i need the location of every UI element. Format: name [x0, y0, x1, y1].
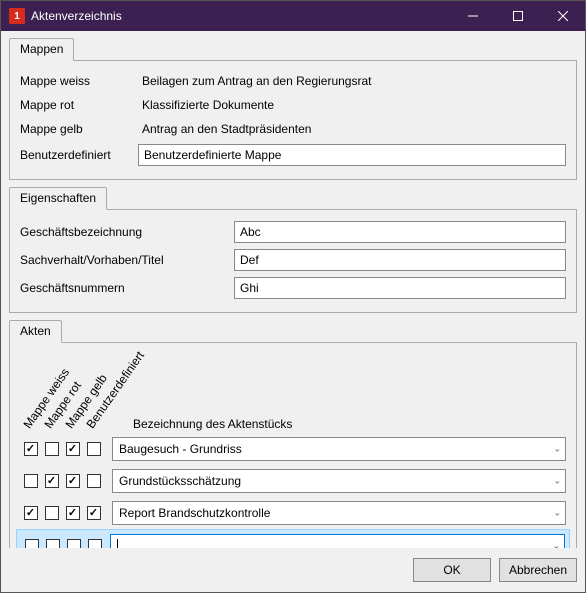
- checkbox-mappe-gelb[interactable]: [67, 539, 81, 548]
- checkbox-mappe-rot[interactable]: [45, 506, 59, 520]
- group-akten: Akten Mappe weiss Mappe rot Mappe gelb B…: [9, 319, 577, 548]
- akten-row-selected: ⌄: [16, 529, 570, 548]
- combo-value: Grundstücksschätzung: [119, 474, 241, 488]
- checkbox-mappe-rot[interactable]: [45, 442, 59, 456]
- checkbox-benutzerdefiniert[interactable]: [87, 506, 101, 520]
- label-geschaeftsbezeichnung: Geschäftsbezeichnung: [20, 225, 234, 239]
- checkbox-mappe-rot[interactable]: [46, 539, 60, 548]
- app-window: 1 Aktenverzeichnis Mappen Mappe weiss Be…: [0, 0, 586, 593]
- close-button[interactable]: [540, 1, 585, 31]
- minimize-icon: [468, 11, 478, 21]
- chevron-down-icon: ⌄: [553, 476, 561, 487]
- dialog-footer: OK Abbrechen: [1, 548, 585, 592]
- value-mappe-rot: Klassifizierte Dokumente: [138, 96, 566, 114]
- akten-row: Grundstücksschätzung ⌄: [20, 465, 566, 497]
- akten-row: Baugesuch - Grundriss ⌄: [20, 433, 566, 465]
- checkbox-benutzerdefiniert[interactable]: [87, 442, 101, 456]
- label-mappe-rot: Mappe rot: [20, 98, 138, 112]
- value-mappe-weiss: Beilagen zum Antrag an den Regierungsrat: [138, 72, 566, 90]
- chevron-down-icon: ⌄: [552, 541, 560, 549]
- akten-headers: Mappe weiss Mappe rot Mappe gelb Benutze…: [20, 351, 566, 431]
- close-icon: [558, 11, 568, 21]
- checkbox-mappe-weiss[interactable]: [24, 474, 38, 488]
- checkbox-mappe-weiss[interactable]: [24, 442, 38, 456]
- client-area: Mappen Mappe weiss Beilagen zum Antrag a…: [1, 31, 585, 548]
- checkbox-mappe-gelb[interactable]: [66, 442, 80, 456]
- label-benutzerdefiniert: Benutzerdefiniert: [20, 148, 138, 162]
- window-title: Aktenverzeichnis: [31, 9, 450, 23]
- combo-bezeichnung[interactable]: Report Brandschutzkontrolle ⌄: [112, 501, 566, 525]
- input-benutzerdefiniert[interactable]: [138, 144, 566, 166]
- maximize-button[interactable]: [495, 1, 540, 31]
- label-sachverhalt: Sachverhalt/Vorhaben/Titel: [20, 253, 234, 267]
- group-eigenschaften: Eigenschaften Geschäftsbezeichnung Sachv…: [9, 186, 577, 313]
- minimize-button[interactable]: [450, 1, 495, 31]
- combo-value: Baugesuch - Grundriss: [119, 442, 242, 456]
- combo-value: Report Brandschutzkontrolle: [119, 506, 270, 520]
- window-controls: [450, 1, 585, 31]
- akten-row: Report Brandschutzkontrolle ⌄: [20, 497, 566, 529]
- checkbox-mappe-gelb[interactable]: [66, 506, 80, 520]
- cancel-button[interactable]: Abbrechen: [499, 558, 577, 582]
- group-mappen: Mappen Mappe weiss Beilagen zum Antrag a…: [9, 37, 577, 180]
- combo-bezeichnung[interactable]: ⌄: [110, 534, 565, 548]
- tab-eigenschaften[interactable]: Eigenschaften: [9, 187, 107, 210]
- chevron-down-icon: ⌄: [553, 444, 561, 455]
- checkbox-benutzerdefiniert[interactable]: [87, 474, 101, 488]
- label-mappe-gelb: Mappe gelb: [20, 122, 138, 136]
- chevron-down-icon: ⌄: [553, 508, 561, 519]
- checkbox-mappe-gelb[interactable]: [66, 474, 80, 488]
- checkbox-mappe-weiss[interactable]: [24, 506, 38, 520]
- combo-bezeichnung[interactable]: Baugesuch - Grundriss ⌄: [112, 437, 566, 461]
- header-bezeichnung: Bezeichnung des Aktenstücks: [133, 417, 292, 431]
- input-geschaeftsbezeichnung[interactable]: [234, 221, 566, 243]
- titlebar: 1 Aktenverzeichnis: [1, 1, 585, 31]
- label-geschaeftsnummern: Geschäftsnummern: [20, 281, 234, 295]
- input-sachverhalt[interactable]: [234, 249, 566, 271]
- checkbox-benutzerdefiniert[interactable]: [88, 539, 102, 548]
- value-mappe-gelb: Antrag an den Stadtpräsidenten: [138, 120, 566, 138]
- input-geschaeftsnummern[interactable]: [234, 277, 566, 299]
- checkbox-mappe-rot[interactable]: [45, 474, 59, 488]
- checkbox-mappe-weiss[interactable]: [25, 539, 39, 548]
- text-cursor: [117, 539, 118, 548]
- tab-mappen[interactable]: Mappen: [9, 38, 74, 61]
- combo-bezeichnung[interactable]: Grundstücksschätzung ⌄: [112, 469, 566, 493]
- label-mappe-weiss: Mappe weiss: [20, 74, 138, 88]
- ok-button[interactable]: OK: [413, 558, 491, 582]
- app-icon: 1: [9, 8, 25, 24]
- tab-akten[interactable]: Akten: [9, 320, 62, 343]
- maximize-icon: [513, 11, 523, 21]
